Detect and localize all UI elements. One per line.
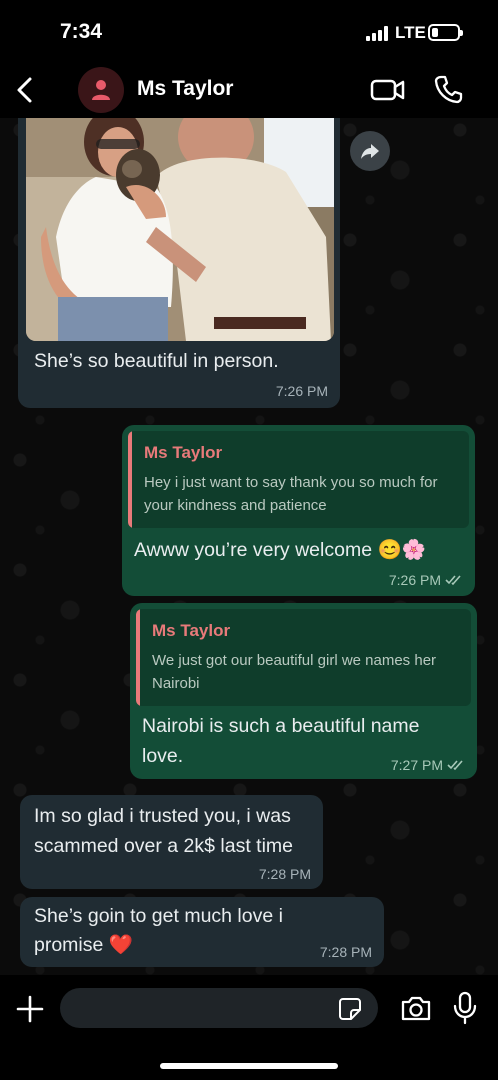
- message-incoming-photo[interactable]: She’s so beautiful in person. 7:26 PM: [18, 80, 340, 408]
- read-receipt-icon: [445, 575, 461, 586]
- camera-icon[interactable]: [400, 994, 432, 1022]
- video-call-icon[interactable]: [370, 76, 406, 104]
- status-bar: 7:34 LTE: [0, 0, 498, 62]
- person-icon: [92, 80, 110, 100]
- message-time: 7:27 PM: [390, 757, 443, 773]
- quoted-author: Ms Taylor: [152, 621, 231, 640]
- quoted-text: Hey i just want to say thank you so much…: [144, 474, 438, 514]
- network-label: LTE: [395, 23, 426, 42]
- quoted-message[interactable]: Ms Taylor Hey i just want to say thank y…: [128, 431, 469, 528]
- status-time: 7:34: [60, 20, 103, 43]
- quoted-author: Ms Taylor: [144, 443, 223, 462]
- contact-name[interactable]: Ms Taylor: [137, 77, 233, 101]
- photo-image: [26, 117, 334, 341]
- chat-header: Ms Taylor: [0, 62, 498, 118]
- message-incoming[interactable]: Im so glad i trusted you, i was scammed …: [20, 795, 323, 889]
- plus-icon[interactable]: [14, 993, 46, 1025]
- message-time: 7:28 PM: [319, 944, 372, 960]
- read-receipt-icon: [447, 760, 463, 771]
- phone-call-icon[interactable]: [434, 74, 464, 104]
- message-meta: 7:27 PM: [391, 757, 465, 773]
- message-time: 7:26 PM: [388, 572, 441, 588]
- message-meta: 7:26 PM: [389, 572, 463, 588]
- message-time: 7:28 PM: [258, 866, 311, 882]
- message-text: Im so glad i trusted you, i was scammed …: [34, 805, 294, 857]
- message-text: She’s so beautiful in person.: [34, 350, 279, 372]
- quoted-text: We just got our beautiful girl we names …: [152, 652, 437, 692]
- battery-icon: [428, 24, 463, 41]
- sticker-icon[interactable]: [338, 997, 362, 1021]
- message-meta: 7:26 PM: [276, 383, 328, 399]
- message-outgoing-reply[interactable]: Ms Taylor We just got our beautiful girl…: [130, 603, 477, 779]
- compose-bar: [0, 975, 498, 1080]
- message-text: Awww you’re very welcome 😊🌸: [134, 539, 427, 561]
- avatar[interactable]: [78, 67, 124, 113]
- forward-icon: [361, 144, 379, 159]
- microphone-icon[interactable]: [452, 991, 478, 1025]
- signal-icon: [366, 25, 390, 41]
- quoted-message[interactable]: Ms Taylor We just got our beautiful girl…: [136, 609, 471, 706]
- message-meta: 7:28 PM: [259, 866, 311, 882]
- message-outgoing-reply[interactable]: Ms Taylor Hey i just want to say thank y…: [122, 425, 475, 596]
- message-time: 7:26 PM: [275, 383, 328, 399]
- message-incoming[interactable]: She’s goin to get much love i promise ❤️…: [20, 897, 384, 967]
- message-meta: 7:28 PM: [320, 944, 372, 960]
- message-input[interactable]: [60, 988, 378, 1028]
- battery-level: [432, 28, 438, 37]
- back-icon[interactable]: [8, 72, 44, 108]
- forward-button[interactable]: [350, 131, 390, 171]
- message-text: She’s goin to get much love i promise ❤️: [34, 905, 283, 956]
- home-indicator: [160, 1063, 338, 1069]
- shared-photo[interactable]: [26, 117, 334, 341]
